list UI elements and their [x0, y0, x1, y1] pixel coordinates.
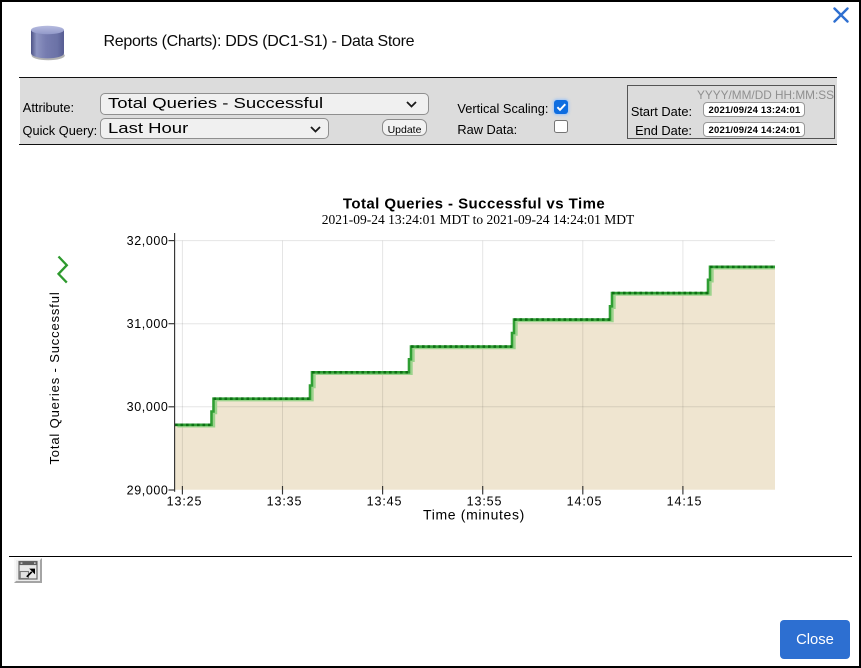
svg-text:13:45: 13:45 [367, 495, 403, 509]
svg-text:31,000: 31,000 [127, 317, 169, 331]
svg-text:2021-09-24 13:24:01 MDT to 202: 2021-09-24 13:24:01 MDT to 2021-09-24 14… [322, 212, 635, 227]
svg-text:14:05: 14:05 [567, 495, 603, 509]
svg-text:13:25: 13:25 [167, 495, 203, 509]
svg-text:14:15: 14:15 [667, 495, 703, 509]
svg-text:29,000: 29,000 [127, 483, 169, 497]
svg-text:32,000: 32,000 [127, 234, 169, 248]
svg-text:Time (minutes): Time (minutes) [423, 507, 525, 523]
svg-text:Total Queries - Successful: Total Queries - Successful [47, 291, 62, 464]
svg-text:30,000: 30,000 [127, 400, 169, 414]
svg-text:Total Queries - Successful vs: Total Queries - Successful vs Time [343, 196, 605, 213]
svg-text:13:35: 13:35 [267, 495, 303, 509]
